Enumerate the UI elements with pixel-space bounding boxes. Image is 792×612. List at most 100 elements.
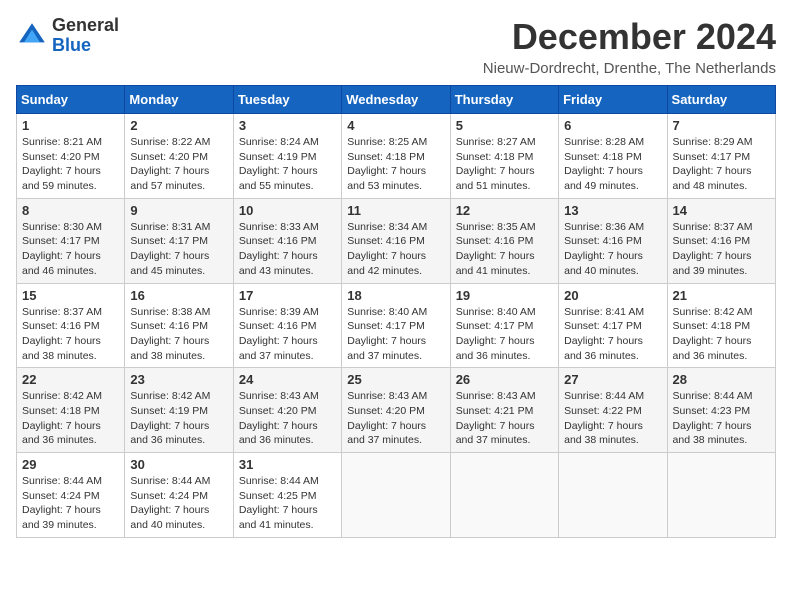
calendar-cell: 8 Sunrise: 8:30 AM Sunset: 4:17 PM Dayli… [17, 198, 125, 283]
day-number: 15 [22, 288, 119, 303]
calendar-cell: 25 Sunrise: 8:43 AM Sunset: 4:20 PM Dayl… [342, 368, 450, 453]
calendar-cell: 18 Sunrise: 8:40 AM Sunset: 4:17 PM Dayl… [342, 283, 450, 368]
day-number: 24 [239, 372, 336, 387]
day-number: 26 [456, 372, 553, 387]
day-info: Sunrise: 8:44 AM Sunset: 4:25 PM Dayligh… [239, 474, 336, 533]
day-number: 1 [22, 118, 119, 133]
day-info: Sunrise: 8:21 AM Sunset: 4:20 PM Dayligh… [22, 135, 119, 194]
calendar-cell: 29 Sunrise: 8:44 AM Sunset: 4:24 PM Dayl… [17, 453, 125, 538]
day-info: Sunrise: 8:42 AM Sunset: 4:18 PM Dayligh… [673, 305, 770, 364]
day-number: 10 [239, 203, 336, 218]
day-info: Sunrise: 8:44 AM Sunset: 4:23 PM Dayligh… [673, 389, 770, 448]
day-info: Sunrise: 8:44 AM Sunset: 4:22 PM Dayligh… [564, 389, 661, 448]
weekday-header-wednesday: Wednesday [342, 86, 450, 114]
day-number: 31 [239, 457, 336, 472]
calendar-cell: 22 Sunrise: 8:42 AM Sunset: 4:18 PM Dayl… [17, 368, 125, 453]
day-info: Sunrise: 8:42 AM Sunset: 4:19 PM Dayligh… [130, 389, 227, 448]
page-header: General Blue December 2024 Nieuw-Dordrec… [16, 16, 776, 77]
calendar-cell: 14 Sunrise: 8:37 AM Sunset: 4:16 PM Dayl… [667, 198, 775, 283]
calendar-cell: 30 Sunrise: 8:44 AM Sunset: 4:24 PM Dayl… [125, 453, 233, 538]
calendar-cell: 19 Sunrise: 8:40 AM Sunset: 4:17 PM Dayl… [450, 283, 558, 368]
day-info: Sunrise: 8:43 AM Sunset: 4:21 PM Dayligh… [456, 389, 553, 448]
calendar-cell: 20 Sunrise: 8:41 AM Sunset: 4:17 PM Dayl… [559, 283, 667, 368]
calendar-week-row: 1 Sunrise: 8:21 AM Sunset: 4:20 PM Dayli… [17, 114, 776, 199]
day-number: 4 [347, 118, 444, 133]
day-number: 8 [22, 203, 119, 218]
day-number: 16 [130, 288, 227, 303]
calendar-cell: 3 Sunrise: 8:24 AM Sunset: 4:19 PM Dayli… [233, 114, 341, 199]
calendar-cell [450, 453, 558, 538]
day-info: Sunrise: 8:37 AM Sunset: 4:16 PM Dayligh… [673, 220, 770, 279]
day-info: Sunrise: 8:35 AM Sunset: 4:16 PM Dayligh… [456, 220, 553, 279]
calendar-cell: 28 Sunrise: 8:44 AM Sunset: 4:23 PM Dayl… [667, 368, 775, 453]
day-number: 5 [456, 118, 553, 133]
calendar-cell: 26 Sunrise: 8:43 AM Sunset: 4:21 PM Dayl… [450, 368, 558, 453]
day-number: 6 [564, 118, 661, 133]
calendar-cell: 5 Sunrise: 8:27 AM Sunset: 4:18 PM Dayli… [450, 114, 558, 199]
day-info: Sunrise: 8:22 AM Sunset: 4:20 PM Dayligh… [130, 135, 227, 194]
calendar-cell [342, 453, 450, 538]
day-info: Sunrise: 8:44 AM Sunset: 4:24 PM Dayligh… [130, 474, 227, 533]
calendar-cell: 31 Sunrise: 8:44 AM Sunset: 4:25 PM Dayl… [233, 453, 341, 538]
calendar-cell: 1 Sunrise: 8:21 AM Sunset: 4:20 PM Dayli… [17, 114, 125, 199]
day-number: 13 [564, 203, 661, 218]
day-number: 19 [456, 288, 553, 303]
day-info: Sunrise: 8:31 AM Sunset: 4:17 PM Dayligh… [130, 220, 227, 279]
day-info: Sunrise: 8:24 AM Sunset: 4:19 PM Dayligh… [239, 135, 336, 194]
day-info: Sunrise: 8:28 AM Sunset: 4:18 PM Dayligh… [564, 135, 661, 194]
day-number: 14 [673, 203, 770, 218]
day-info: Sunrise: 8:30 AM Sunset: 4:17 PM Dayligh… [22, 220, 119, 279]
weekday-header-row: SundayMondayTuesdayWednesdayThursdayFrid… [17, 86, 776, 114]
day-info: Sunrise: 8:40 AM Sunset: 4:17 PM Dayligh… [347, 305, 444, 364]
day-number: 22 [22, 372, 119, 387]
calendar-week-row: 29 Sunrise: 8:44 AM Sunset: 4:24 PM Dayl… [17, 453, 776, 538]
day-info: Sunrise: 8:38 AM Sunset: 4:16 PM Dayligh… [130, 305, 227, 364]
day-info: Sunrise: 8:41 AM Sunset: 4:17 PM Dayligh… [564, 305, 661, 364]
calendar-cell: 10 Sunrise: 8:33 AM Sunset: 4:16 PM Dayl… [233, 198, 341, 283]
day-number: 12 [456, 203, 553, 218]
day-info: Sunrise: 8:43 AM Sunset: 4:20 PM Dayligh… [347, 389, 444, 448]
weekday-header-thursday: Thursday [450, 86, 558, 114]
calendar-cell [667, 453, 775, 538]
day-number: 17 [239, 288, 336, 303]
calendar-week-row: 22 Sunrise: 8:42 AM Sunset: 4:18 PM Dayl… [17, 368, 776, 453]
day-info: Sunrise: 8:40 AM Sunset: 4:17 PM Dayligh… [456, 305, 553, 364]
calendar-cell: 21 Sunrise: 8:42 AM Sunset: 4:18 PM Dayl… [667, 283, 775, 368]
day-number: 21 [673, 288, 770, 303]
day-info: Sunrise: 8:37 AM Sunset: 4:16 PM Dayligh… [22, 305, 119, 364]
day-number: 11 [347, 203, 444, 218]
calendar-cell: 13 Sunrise: 8:36 AM Sunset: 4:16 PM Dayl… [559, 198, 667, 283]
day-number: 29 [22, 457, 119, 472]
calendar-cell: 2 Sunrise: 8:22 AM Sunset: 4:20 PM Dayli… [125, 114, 233, 199]
day-info: Sunrise: 8:27 AM Sunset: 4:18 PM Dayligh… [456, 135, 553, 194]
logo: General Blue [16, 16, 119, 56]
day-number: 9 [130, 203, 227, 218]
logo-general: General [52, 15, 119, 35]
calendar-cell: 4 Sunrise: 8:25 AM Sunset: 4:18 PM Dayli… [342, 114, 450, 199]
day-number: 30 [130, 457, 227, 472]
day-number: 23 [130, 372, 227, 387]
calendar-cell: 15 Sunrise: 8:37 AM Sunset: 4:16 PM Dayl… [17, 283, 125, 368]
day-info: Sunrise: 8:25 AM Sunset: 4:18 PM Dayligh… [347, 135, 444, 194]
calendar-cell: 12 Sunrise: 8:35 AM Sunset: 4:16 PM Dayl… [450, 198, 558, 283]
day-number: 2 [130, 118, 227, 133]
month-title: December 2024 [483, 16, 776, 58]
calendar-cell: 7 Sunrise: 8:29 AM Sunset: 4:17 PM Dayli… [667, 114, 775, 199]
calendar-table: SundayMondayTuesdayWednesdayThursdayFrid… [16, 85, 776, 538]
weekday-header-monday: Monday [125, 86, 233, 114]
weekday-header-friday: Friday [559, 86, 667, 114]
calendar-cell: 23 Sunrise: 8:42 AM Sunset: 4:19 PM Dayl… [125, 368, 233, 453]
day-info: Sunrise: 8:33 AM Sunset: 4:16 PM Dayligh… [239, 220, 336, 279]
calendar-cell: 9 Sunrise: 8:31 AM Sunset: 4:17 PM Dayli… [125, 198, 233, 283]
location-title: Nieuw-Dordrecht, Drenthe, The Netherland… [483, 60, 776, 77]
day-number: 25 [347, 372, 444, 387]
day-info: Sunrise: 8:36 AM Sunset: 4:16 PM Dayligh… [564, 220, 661, 279]
logo-icon [16, 20, 48, 52]
day-number: 27 [564, 372, 661, 387]
calendar-cell: 24 Sunrise: 8:43 AM Sunset: 4:20 PM Dayl… [233, 368, 341, 453]
calendar-cell: 27 Sunrise: 8:44 AM Sunset: 4:22 PM Dayl… [559, 368, 667, 453]
calendar-cell: 11 Sunrise: 8:34 AM Sunset: 4:16 PM Dayl… [342, 198, 450, 283]
day-info: Sunrise: 8:29 AM Sunset: 4:17 PM Dayligh… [673, 135, 770, 194]
day-info: Sunrise: 8:43 AM Sunset: 4:20 PM Dayligh… [239, 389, 336, 448]
day-number: 20 [564, 288, 661, 303]
